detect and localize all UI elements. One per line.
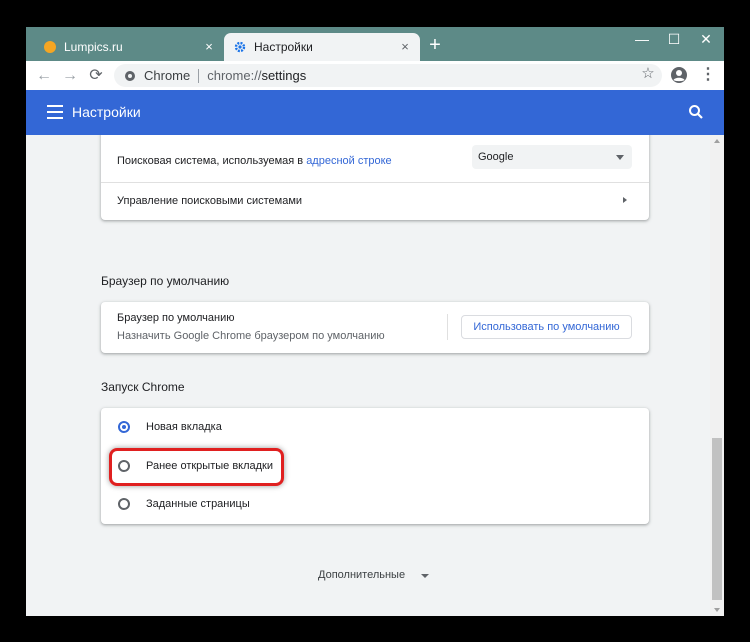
chrome-menu-icon[interactable]: ⋮ xyxy=(700,66,716,84)
reload-button[interactable]: ⟳ xyxy=(86,66,106,86)
divider xyxy=(101,182,649,183)
gear-icon xyxy=(234,41,246,53)
minimize-button[interactable]: — xyxy=(626,27,658,53)
advanced-toggle[interactable]: Дополнительные xyxy=(318,569,405,581)
back-button[interactable]: ← xyxy=(34,66,54,86)
startup-section-title: Запуск Chrome xyxy=(101,380,185,394)
radio-label[interactable]: Новая вкладка xyxy=(146,421,222,433)
chevron-down-icon[interactable] xyxy=(421,574,429,578)
startup-card: Новая вкладка Ранее открытые вкладки Зад… xyxy=(101,408,649,524)
search-engine-label-text: Поисковая система, используемая в xyxy=(117,155,307,167)
settings-header: Настройки xyxy=(26,90,724,135)
address-bar[interactable]: Chrome chrome://settings xyxy=(114,64,662,87)
browser-window: Lumpics.ru × Настройки × + ← → ⟳ Chrome … xyxy=(26,27,724,616)
highlight-box xyxy=(109,448,284,486)
search-engine-card: Поисковая система, используемая в адресн… xyxy=(101,135,649,220)
search-engine-selected: Google xyxy=(478,151,514,163)
tab-label: Настройки xyxy=(254,40,313,54)
scroll-thumb[interactable] xyxy=(712,438,722,600)
vertical-separator xyxy=(447,314,448,340)
address-separator xyxy=(198,68,200,83)
chevron-down-icon xyxy=(616,155,624,160)
settings-content: Поисковая система, используемая в адресн… xyxy=(26,135,710,616)
address-bar-link[interactable]: адресной строке xyxy=(306,155,392,167)
search-engine-label: Поисковая система, используемая в адресн… xyxy=(117,155,392,167)
tab-close-icon[interactable]: × xyxy=(398,40,412,54)
tab-label: Lumpics.ru xyxy=(64,40,123,54)
site-favicon-icon xyxy=(44,41,56,53)
radio-label[interactable]: Заданные страницы xyxy=(146,498,250,510)
search-icon[interactable] xyxy=(688,104,704,120)
new-tab-button[interactable]: + xyxy=(426,35,444,55)
tab-lumpics[interactable]: Lumpics.ru × xyxy=(34,33,224,61)
make-default-button[interactable]: Использовать по умолчанию xyxy=(461,315,632,339)
address-path: settings xyxy=(261,68,307,83)
browser-toolbar: ← → ⟳ Chrome chrome://settings ☆ ⋮ xyxy=(26,61,724,91)
forward-button[interactable]: → xyxy=(60,66,80,86)
bookmark-star-icon[interactable]: ☆ xyxy=(640,66,656,82)
default-browser-section-title: Браузер по умолчанию xyxy=(101,274,230,288)
radio-specific-pages[interactable] xyxy=(118,498,130,510)
hamburger-menu-icon[interactable] xyxy=(47,105,63,119)
close-window-button[interactable]: ✕ xyxy=(690,27,722,53)
scroll-down-icon[interactable] xyxy=(714,608,720,612)
radio-new-tab[interactable] xyxy=(118,421,130,433)
default-browser-title: Браузер по умолчанию xyxy=(117,312,235,324)
manage-search-engines[interactable]: Управление поисковыми системами xyxy=(117,195,302,207)
page-title: Настройки xyxy=(72,104,141,120)
address-chip: Chrome xyxy=(144,68,191,83)
chevron-right-icon[interactable] xyxy=(623,197,627,203)
scroll-up-icon[interactable] xyxy=(714,139,720,143)
scrollbar[interactable] xyxy=(710,135,724,616)
profile-avatar-icon[interactable] xyxy=(670,66,688,84)
default-browser-subtitle: Назначить Google Chrome браузером по умо… xyxy=(117,330,385,342)
search-engine-select[interactable]: Google xyxy=(472,145,632,169)
maximize-button[interactable]: ☐ xyxy=(658,27,690,53)
title-bar: Lumpics.ru × Настройки × + xyxy=(26,27,724,61)
chrome-page-icon xyxy=(125,70,135,81)
address-scheme: chrome:// xyxy=(207,68,262,83)
tab-settings[interactable]: Настройки × xyxy=(224,33,420,61)
tab-close-icon[interactable]: × xyxy=(202,40,216,54)
default-browser-card: Браузер по умолчанию Назначить Google Ch… xyxy=(101,302,649,353)
window-controls: — ☐ ✕ xyxy=(626,27,724,51)
